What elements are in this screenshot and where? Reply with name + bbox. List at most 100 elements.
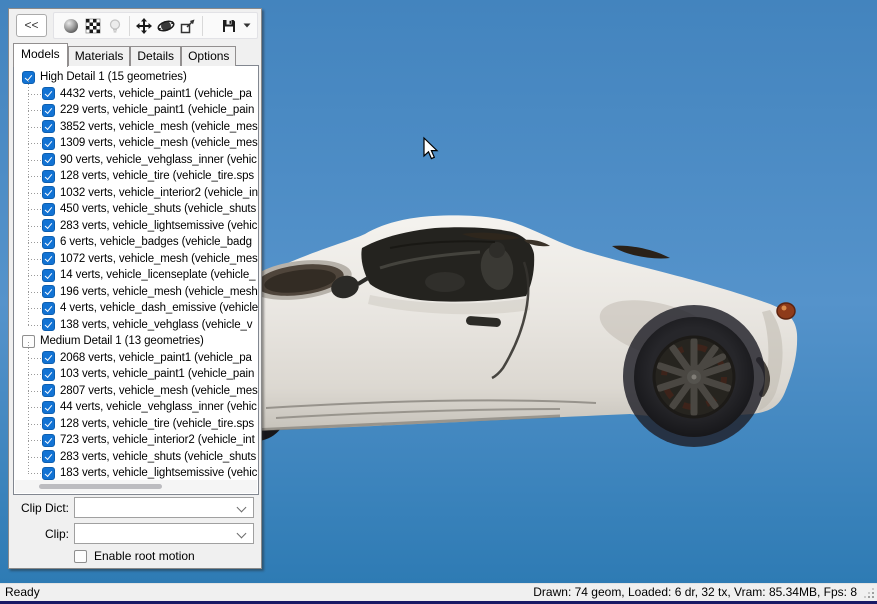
checker-texture-icon[interactable] [82, 14, 104, 38]
item-label: 4 verts, vehicle_dash_emissive (vehicle [60, 302, 258, 314]
item-checkbox[interactable] [42, 170, 55, 183]
tree-connector [28, 209, 42, 210]
tree-item-row[interactable]: 4 verts, vehicle_dash_emissive (vehicle [14, 300, 258, 317]
tree-connector [28, 127, 42, 128]
move-tool-icon[interactable] [133, 14, 155, 38]
item-checkbox[interactable] [42, 87, 55, 100]
save-icon[interactable] [218, 14, 240, 38]
scrollbar-thumb[interactable] [39, 484, 162, 489]
tree-item-row[interactable]: 44 verts, vehicle_vehglass_inner (vehic [14, 399, 258, 416]
item-checkbox[interactable] [42, 252, 55, 265]
chevron-down-icon [237, 529, 247, 539]
enable-root-motion-checkbox[interactable] [74, 550, 87, 563]
item-label: 3852 verts, vehicle_mesh (vehicle_mes [60, 121, 258, 133]
save-dropdown-arrow-icon[interactable] [243, 23, 251, 28]
tree-item-row[interactable]: 1072 verts, vehicle_mesh (vehicle_mes [14, 251, 258, 268]
item-checkbox[interactable] [42, 203, 55, 216]
rotate-tool-icon[interactable] [155, 14, 177, 38]
item-checkbox[interactable] [42, 318, 55, 331]
item-checkbox[interactable] [42, 434, 55, 447]
item-checkbox[interactable] [42, 120, 55, 133]
item-checkbox[interactable] [42, 269, 55, 282]
tree-connector [28, 143, 42, 144]
lightbulb-icon[interactable] [104, 14, 126, 38]
tree-group-row[interactable]: Medium Detail 1 (13 geometries) [14, 333, 258, 350]
tree-item-row[interactable]: 4432 verts, vehicle_paint1 (vehicle_pa [14, 86, 258, 103]
item-checkbox[interactable] [42, 137, 55, 150]
tree-item-row[interactable]: 283 verts, vehicle_lightsemissive (vehic [14, 218, 258, 235]
tree-item-row[interactable]: 283 verts, vehicle_shuts (vehicle_shuts [14, 449, 258, 466]
tree-item-row[interactable]: 138 verts, vehicle_vehglass (vehicle_v [14, 317, 258, 334]
tree-item-row[interactable]: 1309 verts, vehicle_mesh (vehicle_mes [14, 135, 258, 152]
scale-tool-icon[interactable] [177, 14, 199, 38]
enable-root-motion-label: Enable root motion [94, 549, 195, 563]
tree-connector [28, 193, 42, 194]
tab-models[interactable]: Models [13, 43, 68, 67]
tree-connector [28, 440, 42, 441]
collapse-panel-button[interactable]: << [16, 14, 47, 37]
tree-item-row[interactable]: 103 verts, vehicle_paint1 (vehicle_pain [14, 366, 258, 383]
tree-group-row[interactable]: High Detail 1 (15 geometries) [14, 69, 258, 86]
clip-dict-combobox[interactable] [74, 497, 254, 518]
item-label: 14 verts, vehicle_licenseplate (vehicle_ [60, 269, 255, 281]
model-tree[interactable]: High Detail 1 (15 geometries) 4432 verts,… [13, 65, 259, 495]
item-checkbox[interactable] [42, 450, 55, 463]
clip-combobox[interactable] [74, 523, 254, 544]
item-checkbox[interactable] [42, 219, 55, 232]
tree-item-row[interactable]: 229 verts, vehicle_paint1 (vehicle_pain [14, 102, 258, 119]
item-checkbox[interactable] [42, 351, 55, 364]
group-label: Medium Detail 1 (13 geometries) [40, 335, 204, 347]
resize-grip[interactable] [863, 587, 875, 599]
tree-item-row[interactable]: 723 verts, vehicle_interior2 (vehicle_in… [14, 432, 258, 449]
tree-connector [28, 160, 42, 161]
tab-options[interactable]: Options [181, 46, 236, 66]
item-checkbox[interactable] [42, 186, 55, 199]
item-label: 1309 verts, vehicle_mesh (vehicle_mes [60, 137, 258, 149]
tree-connector [28, 292, 42, 293]
clip-row: Clip: [9, 523, 261, 544]
item-checkbox[interactable] [42, 104, 55, 117]
tree-item-row[interactable]: 6 verts, vehicle_badges (vehicle_badg [14, 234, 258, 251]
tree-item-row[interactable]: 1032 verts, vehicle_interior2 (vehicle_i… [14, 185, 258, 202]
tree-horizontal-scrollbar[interactable] [15, 480, 257, 493]
item-checkbox[interactable] [42, 384, 55, 397]
item-label: 1072 verts, vehicle_mesh (vehicle_mes [60, 253, 258, 265]
item-checkbox[interactable] [42, 236, 55, 249]
tree-connector [28, 259, 42, 260]
tree-connector [28, 94, 42, 95]
tree-item-row[interactable]: 450 verts, vehicle_shuts (vehicle_shuts [14, 201, 258, 218]
tree-item-row[interactable]: 90 verts, vehicle_vehglass_inner (vehic [14, 152, 258, 169]
item-label: 723 verts, vehicle_interior2 (vehicle_in… [60, 434, 255, 446]
item-checkbox[interactable] [42, 467, 55, 480]
item-label: 44 verts, vehicle_vehglass_inner (vehic [60, 401, 257, 413]
chevron-down-icon [237, 503, 247, 513]
tab-bar: ModelsMaterialsDetailsOptions [13, 44, 236, 66]
sphere-render-icon[interactable] [60, 14, 82, 38]
item-label: 6 verts, vehicle_badges (vehicle_badg [60, 236, 252, 248]
item-checkbox[interactable] [42, 153, 55, 166]
item-checkbox[interactable] [42, 302, 55, 315]
mouse-cursor [424, 138, 437, 159]
tab-materials[interactable]: Materials [68, 46, 131, 66]
clip-dict-row: Clip Dict: [9, 497, 261, 518]
tree-connector [28, 473, 42, 474]
item-label: 2807 verts, vehicle_mesh (vehicle_mes [60, 385, 258, 397]
tree-item-row[interactable]: 3852 verts, vehicle_mesh (vehicle_mes [14, 119, 258, 136]
model-panel: << [8, 8, 262, 569]
tree-connector [28, 374, 42, 375]
tree-item-row[interactable]: 2068 verts, vehicle_paint1 (vehicle_pa [14, 350, 258, 367]
tree-item-row[interactable]: 14 verts, vehicle_licenseplate (vehicle_ [14, 267, 258, 284]
item-checkbox[interactable] [42, 417, 55, 430]
item-label: 90 verts, vehicle_vehglass_inner (vehic [60, 154, 257, 166]
tree-item-row[interactable]: 196 verts, vehicle_mesh (vehicle_mesh [14, 284, 258, 301]
tree-item-row[interactable]: 128 verts, vehicle_tire (vehicle_tire.sp… [14, 168, 258, 185]
item-checkbox[interactable] [42, 401, 55, 414]
tree-item-row[interactable]: 128 verts, vehicle_tire (vehicle_tire.sp… [14, 416, 258, 433]
item-checkbox[interactable] [42, 285, 55, 298]
item-checkbox[interactable] [42, 368, 55, 381]
item-label: 4432 verts, vehicle_paint1 (vehicle_pa [60, 88, 252, 100]
tab-details[interactable]: Details [130, 46, 181, 66]
tree-item-row[interactable]: 2807 verts, vehicle_mesh (vehicle_mes [14, 383, 258, 400]
item-label: 128 verts, vehicle_tire (vehicle_tire.sp… [60, 418, 254, 430]
tree-connector [28, 391, 42, 392]
